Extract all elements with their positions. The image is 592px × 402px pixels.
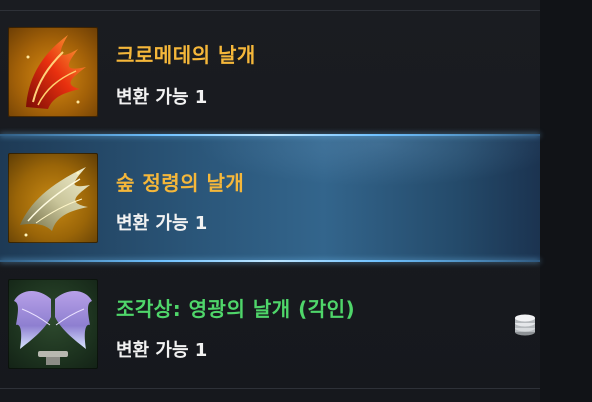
item-name: 숲 정령의 날개	[116, 171, 245, 195]
list-item-forest-spirit-wing[interactable]: 숲 정령의 날개 변환 가능 1	[0, 134, 540, 262]
list-item-glory-wing-statue[interactable]: 조각상: 영광의 날개 (각인) 변환 가능 1	[0, 266, 540, 388]
forest-spirit-wing-icon	[8, 153, 98, 243]
glory-wing-statue-icon	[8, 279, 98, 369]
wing-conversion-list: 크로메데의 날개 변환 가능 1 숲 정령의 날개 변환 가능 1 조각상: 영…	[0, 0, 592, 402]
item-name: 조각상: 영광의 날개 (각인)	[116, 297, 356, 321]
list-item-chromede-wing[interactable]: 크로메데의 날개 변환 가능 1	[0, 12, 540, 132]
conversion-count: 변환 가능 1	[116, 213, 208, 234]
list-right-margin	[540, 0, 592, 402]
item-name: 크로메데의 날개	[116, 43, 256, 67]
fire-wing-icon	[8, 27, 98, 117]
divider	[0, 388, 540, 389]
coin-stack-icon	[512, 312, 538, 338]
divider	[0, 10, 540, 11]
conversion-count: 변환 가능 1	[116, 87, 208, 108]
conversion-count: 변환 가능 1	[116, 340, 208, 361]
